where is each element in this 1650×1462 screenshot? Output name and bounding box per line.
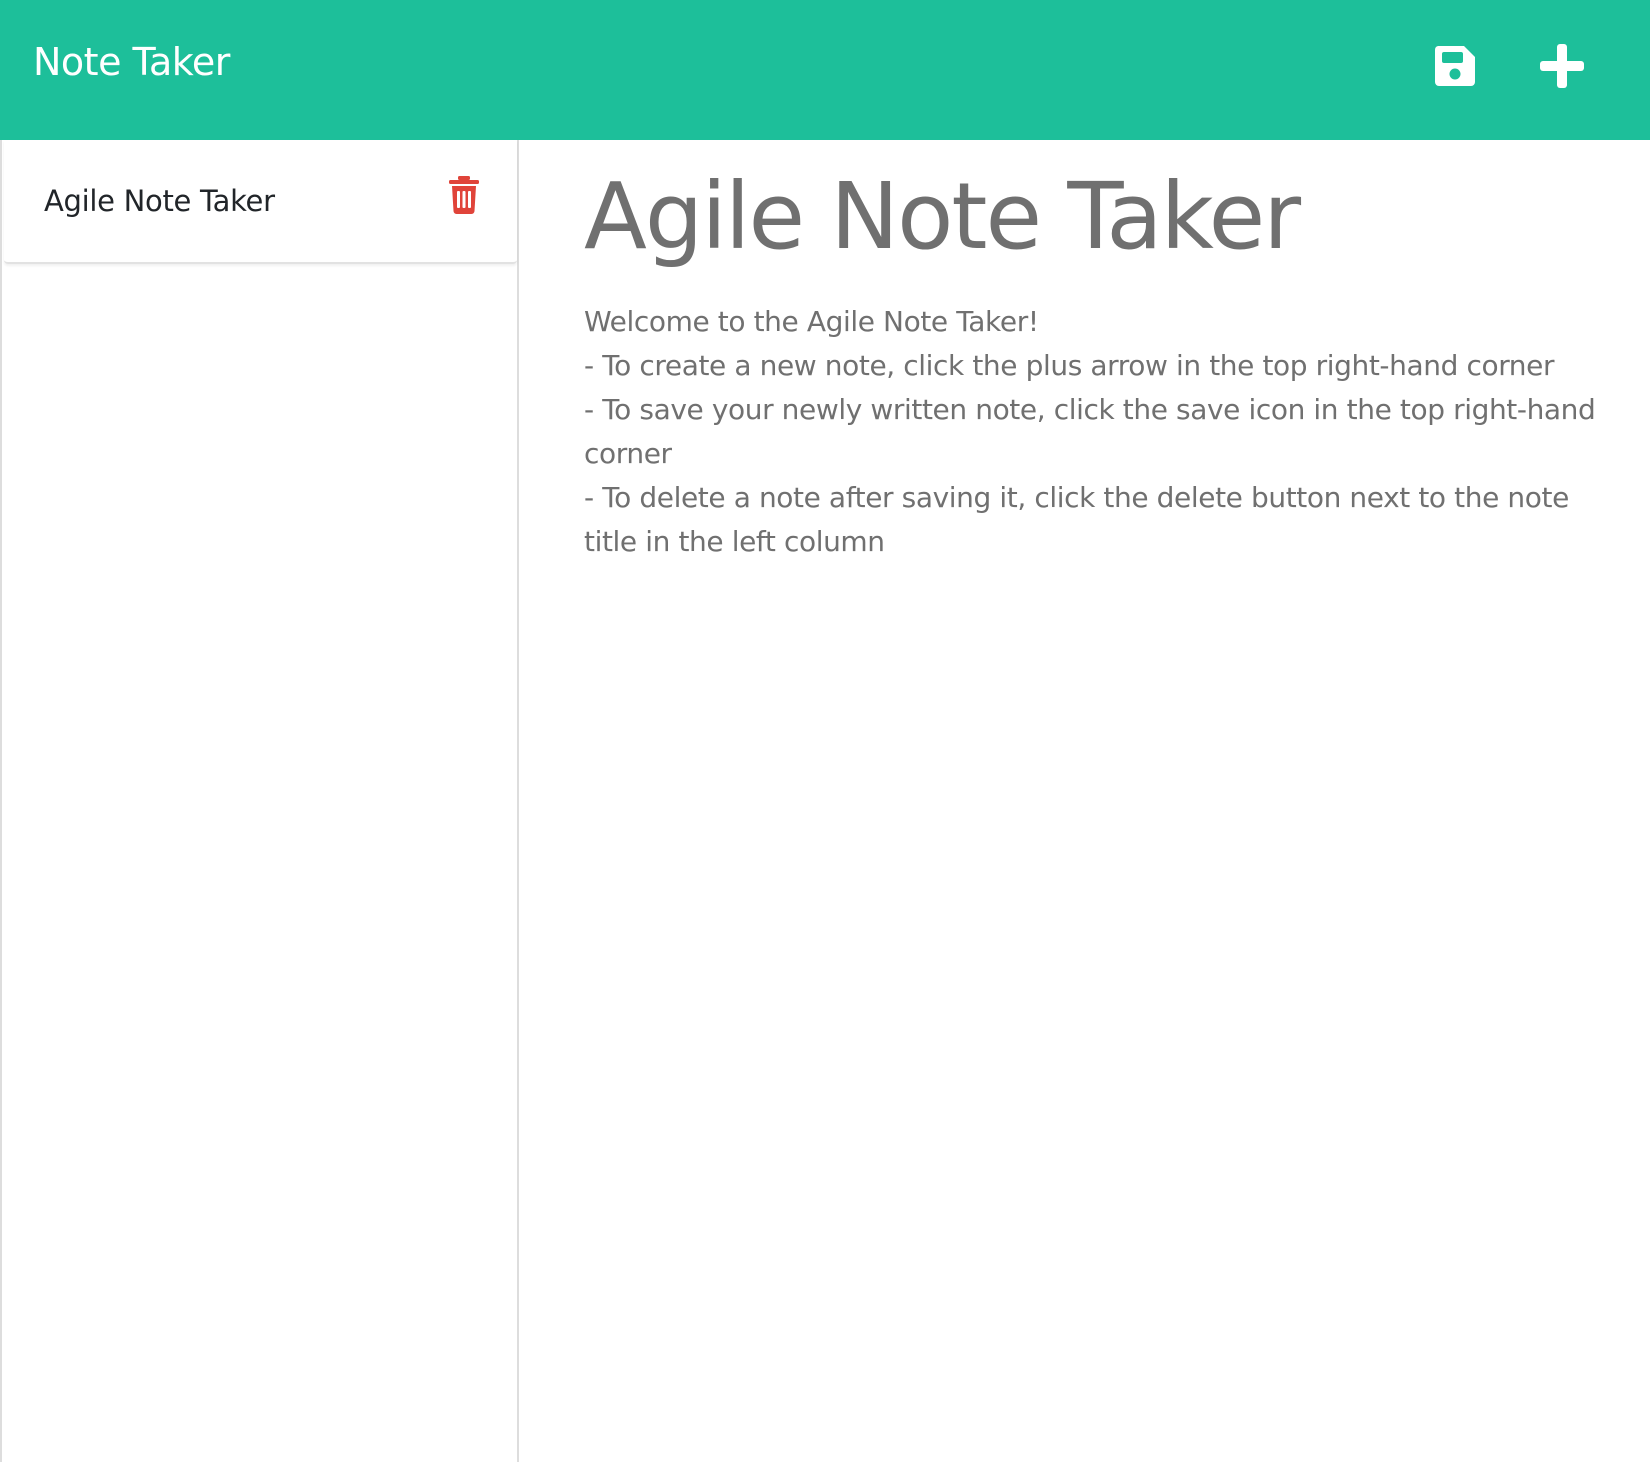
plus-icon [1540,44,1590,88]
brand-link[interactable]: Note Taker [33,40,230,86]
note-editor: Agile Note Taker Welcome to the Agile No… [584,140,1604,564]
note-text-line: Welcome to the Agile Note Taker! [584,304,1039,338]
delete-note-button[interactable] [449,176,483,216]
note-list-item[interactable]: Agile Note Taker [4,140,517,264]
note-list-item-title[interactable]: Agile Note Taker [44,184,275,218]
new-note-button[interactable] [1540,44,1590,94]
navbar: Note Taker [0,0,1650,140]
note-title[interactable]: Agile Note Taker [584,164,1604,270]
save-icon [1433,44,1483,88]
note-text-line: - To create a new note, click the plus a… [584,348,1555,382]
save-note-button[interactable] [1433,44,1483,94]
note-text-line: - To save your newly written note, click… [584,392,1596,470]
note-text-line: - To delete a note after saving it, clic… [584,480,1569,558]
note-textarea[interactable]: Welcome to the Agile Note Taker! - To cr… [584,300,1604,564]
note-list-sidebar: Agile Note Taker [0,140,519,1462]
trash-icon [449,176,479,218]
